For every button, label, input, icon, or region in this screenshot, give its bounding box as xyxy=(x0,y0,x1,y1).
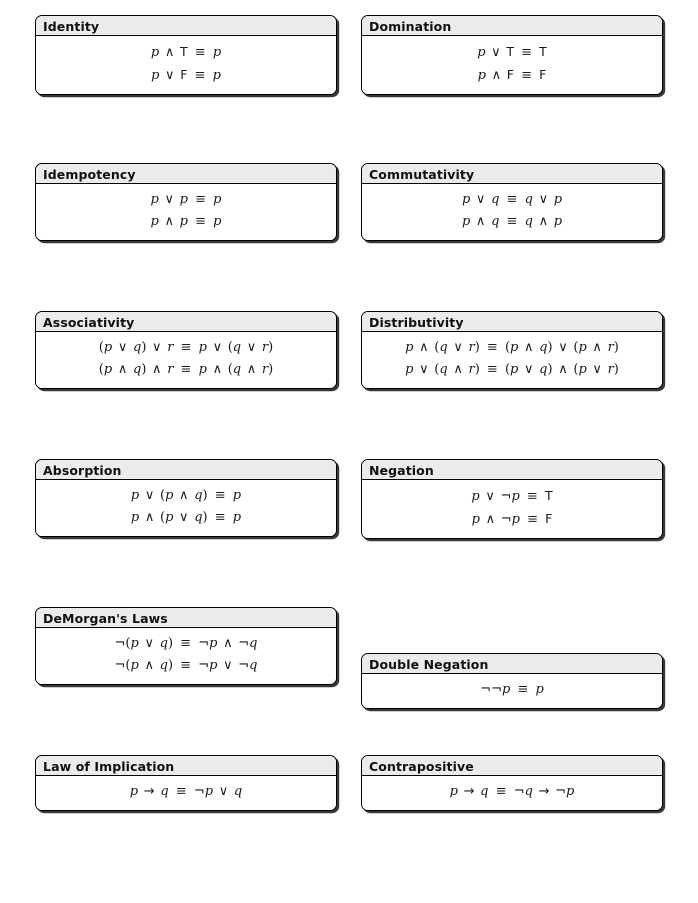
law-box-commutativity: Commutativity p ∨ q ≡ q ∨ p p ∧ q ≡ q ∧ p xyxy=(361,163,663,241)
law-box-double-negation: Double Negation ¬¬p ≡ p xyxy=(361,653,663,709)
law-title-absorption: Absorption xyxy=(36,460,336,480)
law-body-contrapositive: p → q ≡ ¬q → ¬p xyxy=(362,776,662,810)
law-equivalence: ¬¬p ≡ p xyxy=(480,682,544,697)
law-body-law-of-implication: p → q ≡ ¬p ∨ q xyxy=(36,776,336,810)
law-title-idempotency: Idempotency xyxy=(36,164,336,184)
law-body-commutativity: p ∨ q ≡ q ∨ p p ∧ q ≡ q ∧ p xyxy=(362,184,662,240)
law-cell: Law of Implication p → q ≡ ¬p ∨ q xyxy=(35,755,337,903)
law-equivalence: ¬(p ∧ q) ≡ ¬p ∨ ¬q xyxy=(114,658,258,673)
law-box-associativity: Associativity (p ∨ q) ∨ r ≡ p ∨ (q ∨ r) (p… xyxy=(35,311,337,389)
law-equivalence: p ∧ p ≡ p xyxy=(150,214,222,229)
law-cell: Associativity (p ∨ q) ∨ r ≡ p ∨ (q ∨ r) (p… xyxy=(35,311,337,459)
law-equivalence: p ∧ q ≡ q ∧ p xyxy=(461,214,563,229)
law-equivalence: (p ∨ q) ∨ r ≡ p ∨ (q ∨ r) xyxy=(98,340,274,355)
law-body-absorption: p ∨ (p ∧ q) ≡ p p ∧ (p ∨ q) ≡ p xyxy=(36,480,336,536)
law-equivalence: p ∨ q ≡ q ∨ p xyxy=(461,192,563,207)
law-cell: Contrapositive p → q ≡ ¬q → ¬p xyxy=(361,755,663,903)
law-title-associativity: Associativity xyxy=(36,312,336,332)
law-grid: Identity p ∧ T ≡ pp ∨ F ≡ p Domination p ∨ … xyxy=(35,15,663,903)
law-equivalence: p ∨ T ≡ T xyxy=(477,44,547,60)
law-cell: Distributivity p ∧ (q ∨ r) ≡ (p ∧ q) ∨ (p… xyxy=(361,311,663,459)
law-equivalence: p ∧ F ≡ F xyxy=(477,67,547,83)
law-equivalence: p ∧ T ≡ p xyxy=(150,44,222,60)
law-box-law-of-implication: Law of Implication p → q ≡ ¬p ∨ q xyxy=(35,755,337,811)
law-body-associativity: (p ∨ q) ∨ r ≡ p ∨ (q ∨ r) (p ∧ q) ∧ r ≡ p… xyxy=(36,332,336,388)
law-title-domination: Domination xyxy=(362,16,662,36)
law-equivalence: p ∨ ¬p ≡ T xyxy=(471,488,553,504)
law-equivalence: (p ∧ q) ∧ r ≡ p ∧ (q ∧ r) xyxy=(98,362,274,377)
law-title-identity: Identity xyxy=(36,16,336,36)
law-cell: Absorption p ∨ (p ∧ q) ≡ p p ∧ (p ∨ q) ≡ p xyxy=(35,459,337,607)
law-equivalence: p → q ≡ ¬p ∨ q xyxy=(129,784,243,799)
law-cell: Commutativity p ∨ q ≡ q ∨ p p ∧ q ≡ q ∧ p xyxy=(361,163,663,311)
law-cell: Idempotency p ∨ p ≡ p p ∧ p ≡ p xyxy=(35,163,337,311)
law-box-domination: Domination p ∨ T ≡ T p ∧ F ≡ F xyxy=(361,15,663,95)
law-equivalence: p ∧ (q ∨ r) ≡ (p ∧ q) ∨ (p ∧ r) xyxy=(405,340,619,355)
law-body-distributivity: p ∧ (q ∨ r) ≡ (p ∧ q) ∨ (p ∧ r) p ∨ (q ∧ … xyxy=(362,332,662,388)
law-box-negation: Negation p ∨ ¬p ≡ T p ∧ ¬p ≡ F xyxy=(361,459,663,539)
law-title-law-of-implication: Law of Implication xyxy=(36,756,336,776)
law-box-absorption: Absorption p ∨ (p ∧ q) ≡ p p ∧ (p ∨ q) ≡ p xyxy=(35,459,337,537)
law-equivalence: p ∧ (p ∨ q) ≡ p xyxy=(130,510,242,525)
law-body-double-negation: ¬¬p ≡ p xyxy=(362,674,662,708)
law-title-distributivity: Distributivity xyxy=(362,312,662,332)
law-body-negation: p ∨ ¬p ≡ T p ∧ ¬p ≡ F xyxy=(362,480,662,538)
logic-laws-sheet: Identity p ∧ T ≡ pp ∨ F ≡ p Domination p ∨ … xyxy=(0,0,698,841)
law-equivalence: p ∨ p ≡ p xyxy=(150,192,222,207)
law-box-contrapositive: Contrapositive p → q ≡ ¬q → ¬p xyxy=(361,755,663,811)
law-box-distributivity: Distributivity p ∧ (q ∨ r) ≡ (p ∧ q) ∨ (p… xyxy=(361,311,663,389)
law-box-identity: Identity p ∧ T ≡ p p ∨ F ≡ p xyxy=(35,15,337,95)
law-box-idempotency: Idempotency p ∨ p ≡ p p ∧ p ≡ p xyxy=(35,163,337,241)
law-title-demorgans-laws: DeMorgan's Laws xyxy=(36,608,336,628)
law-title-commutativity: Commutativity xyxy=(362,164,662,184)
law-cell: Negation p ∨ ¬p ≡ T p ∧ ¬p ≡ F xyxy=(361,459,663,607)
law-equivalence: p → q ≡ ¬q → ¬p xyxy=(449,784,575,799)
law-body-demorgans-laws: ¬(p ∨ q) ≡ ¬p ∧ ¬q ¬(p ∧ q) ≡ ¬p ∨ ¬q xyxy=(36,628,336,684)
law-body-identity: p ∧ T ≡ p p ∨ F ≡ p xyxy=(36,36,336,94)
law-box-demorgans-laws: DeMorgan's Laws ¬(p ∨ q) ≡ ¬p ∧ ¬q ¬(p ∧ q… xyxy=(35,607,337,685)
law-title-contrapositive: Contrapositive xyxy=(362,756,662,776)
law-body-idempotency: p ∨ p ≡ p p ∧ p ≡ p xyxy=(36,184,336,240)
law-body-domination: p ∨ T ≡ T p ∧ F ≡ F xyxy=(362,36,662,94)
law-cell: Domination p ∨ T ≡ T p ∧ F ≡ F xyxy=(361,15,663,163)
law-cell: DeMorgan's Laws ¬(p ∨ q) ≡ ¬p ∧ ¬q ¬(p ∧ q… xyxy=(35,607,337,755)
law-cell: Identity p ∧ T ≡ p p ∨ F ≡ p xyxy=(35,15,337,163)
law-title-double-negation: Double Negation xyxy=(362,654,662,674)
law-equivalence: p ∨ F ≡ p xyxy=(151,67,221,83)
law-equivalence: p ∨ (q ∧ r) ≡ (p ∨ q) ∧ (p ∨ r) xyxy=(405,362,619,377)
law-equivalence: p ∨ (p ∧ q) ≡ p xyxy=(130,488,242,503)
law-cell: Double Negation ¬¬p ≡ p xyxy=(361,607,663,755)
law-equivalence: p ∧ ¬p ≡ F xyxy=(471,511,553,527)
law-equivalence: ¬(p ∨ q) ≡ ¬p ∧ ¬q xyxy=(114,636,258,651)
law-title-negation: Negation xyxy=(362,460,662,480)
